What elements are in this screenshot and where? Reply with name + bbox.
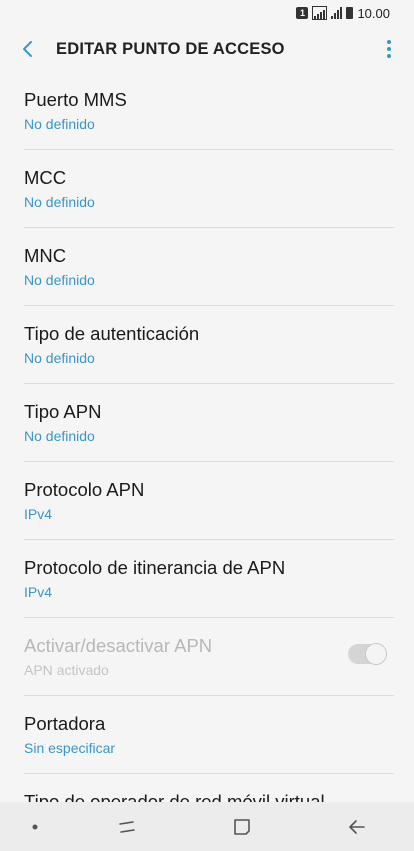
navigation-bar [0,802,414,851]
app-bar: EDITAR PUNTO DE ACCESO [0,26,414,72]
setting-value: No definido [24,194,95,210]
setting-item-tipo-apn[interactable]: Tipo APN No definido [24,384,394,462]
signal-icon [312,6,328,20]
signal-strength-icon [331,7,343,19]
setting-label: Puerto MMS [24,89,127,110]
back-arrow-icon [348,819,365,834]
nav-back-button[interactable] [322,802,392,851]
setting-item-mnc[interactable]: MNC No definido [24,228,394,306]
setting-label: MCC [24,167,67,188]
setting-label: Tipo de operador de red móvil virtual [24,791,325,802]
setting-value: IPv4 [24,584,53,600]
setting-label: Tipo APN [24,401,102,422]
setting-item-mcc[interactable]: MCC No definido [24,150,394,228]
setting-value: IPv4 [24,506,53,522]
setting-value: No definido [24,350,95,366]
setting-label: Protocolo APN [24,479,145,500]
setting-item-puerto-mms[interactable]: Puerto MMS No definido [24,72,394,150]
more-vertical-icon [387,40,391,58]
setting-item-protocolo-itinerancia[interactable]: Protocolo de itinerancia de APN IPv4 [24,540,394,618]
setting-label: MNC [24,245,67,266]
apn-toggle-switch [348,643,387,665]
chevron-left-icon [23,41,32,57]
setting-label: Tipo de autenticación [24,323,200,344]
back-button[interactable] [0,26,56,72]
setting-value: APN activado [24,662,109,678]
sim-icon: 1 [296,7,309,19]
nav-indicator-dot [23,802,47,851]
setting-item-portadora[interactable]: Portadora Sin especificar [24,696,394,774]
nav-recents-button[interactable] [92,802,162,851]
screen: 1 10.00 EDITAR PUNTO DE ACCESO Puerto MM… [0,0,414,851]
apn-settings-list: Puerto MMS No definido MCC No definido M… [0,72,414,802]
setting-label: Portadora [24,713,106,734]
setting-label: Activar/desactivar APN [24,635,213,656]
toggle-knob [365,643,387,665]
setting-value: No definido [24,272,95,288]
setting-label: Protocolo de itinerancia de APN [24,557,286,578]
home-icon [233,818,250,835]
nav-home-button[interactable] [207,802,277,851]
setting-value: Sin especificar [24,740,116,756]
setting-item-tipo-autenticacion[interactable]: Tipo de autenticación No definido [24,306,394,384]
more-options-button[interactable] [364,26,414,72]
dot-icon [32,824,37,829]
setting-value: No definido [24,116,95,132]
setting-value: No definido [24,428,95,444]
page-title: EDITAR PUNTO DE ACCESO [56,39,285,58]
setting-item-protocolo-apn[interactable]: Protocolo APN IPv4 [24,462,394,540]
battery-icon [346,7,354,19]
setting-item-tipo-operador-mvno[interactable]: Tipo de operador de red móvil virtual [24,774,394,802]
status-bar: 1 10.00 [0,0,414,26]
recents-icon [118,820,135,833]
setting-item-activar-apn: Activar/desactivar APN APN activado [24,618,394,696]
clock: 10.00 [357,5,390,21]
